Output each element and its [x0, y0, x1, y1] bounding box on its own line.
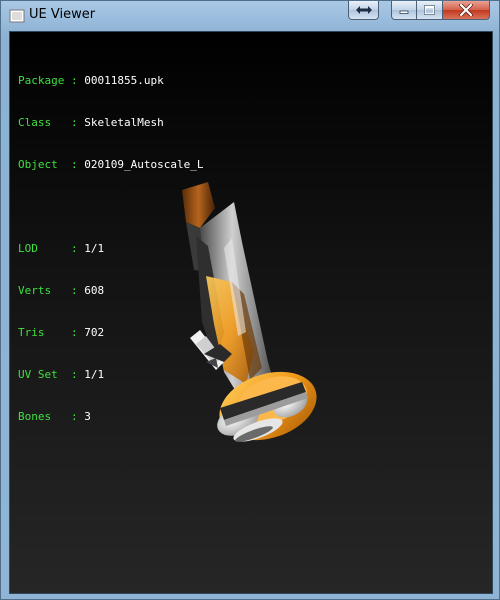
window-title: UE Viewer [29, 7, 96, 22]
render-viewport[interactable]: Package : 00011855.upk Class : SkeletalM… [9, 31, 493, 594]
close-button[interactable] [443, 1, 490, 20]
maximize-button[interactable] [417, 1, 443, 20]
double-arrow-icon [355, 6, 372, 14]
app-icon [9, 9, 25, 23]
app-window: UE Viewer Package : 00011855.upk Class:… [0, 0, 500, 600]
restore-alt-button[interactable] [348, 1, 379, 20]
close-icon [459, 4, 473, 16]
title-bar[interactable]: UE Viewer [1, 1, 499, 30]
minimize-icon [399, 10, 409, 14]
minimize-button[interactable] [391, 1, 417, 20]
skeletal-mesh-preview [182, 182, 317, 442]
maximize-icon [424, 5, 435, 15]
